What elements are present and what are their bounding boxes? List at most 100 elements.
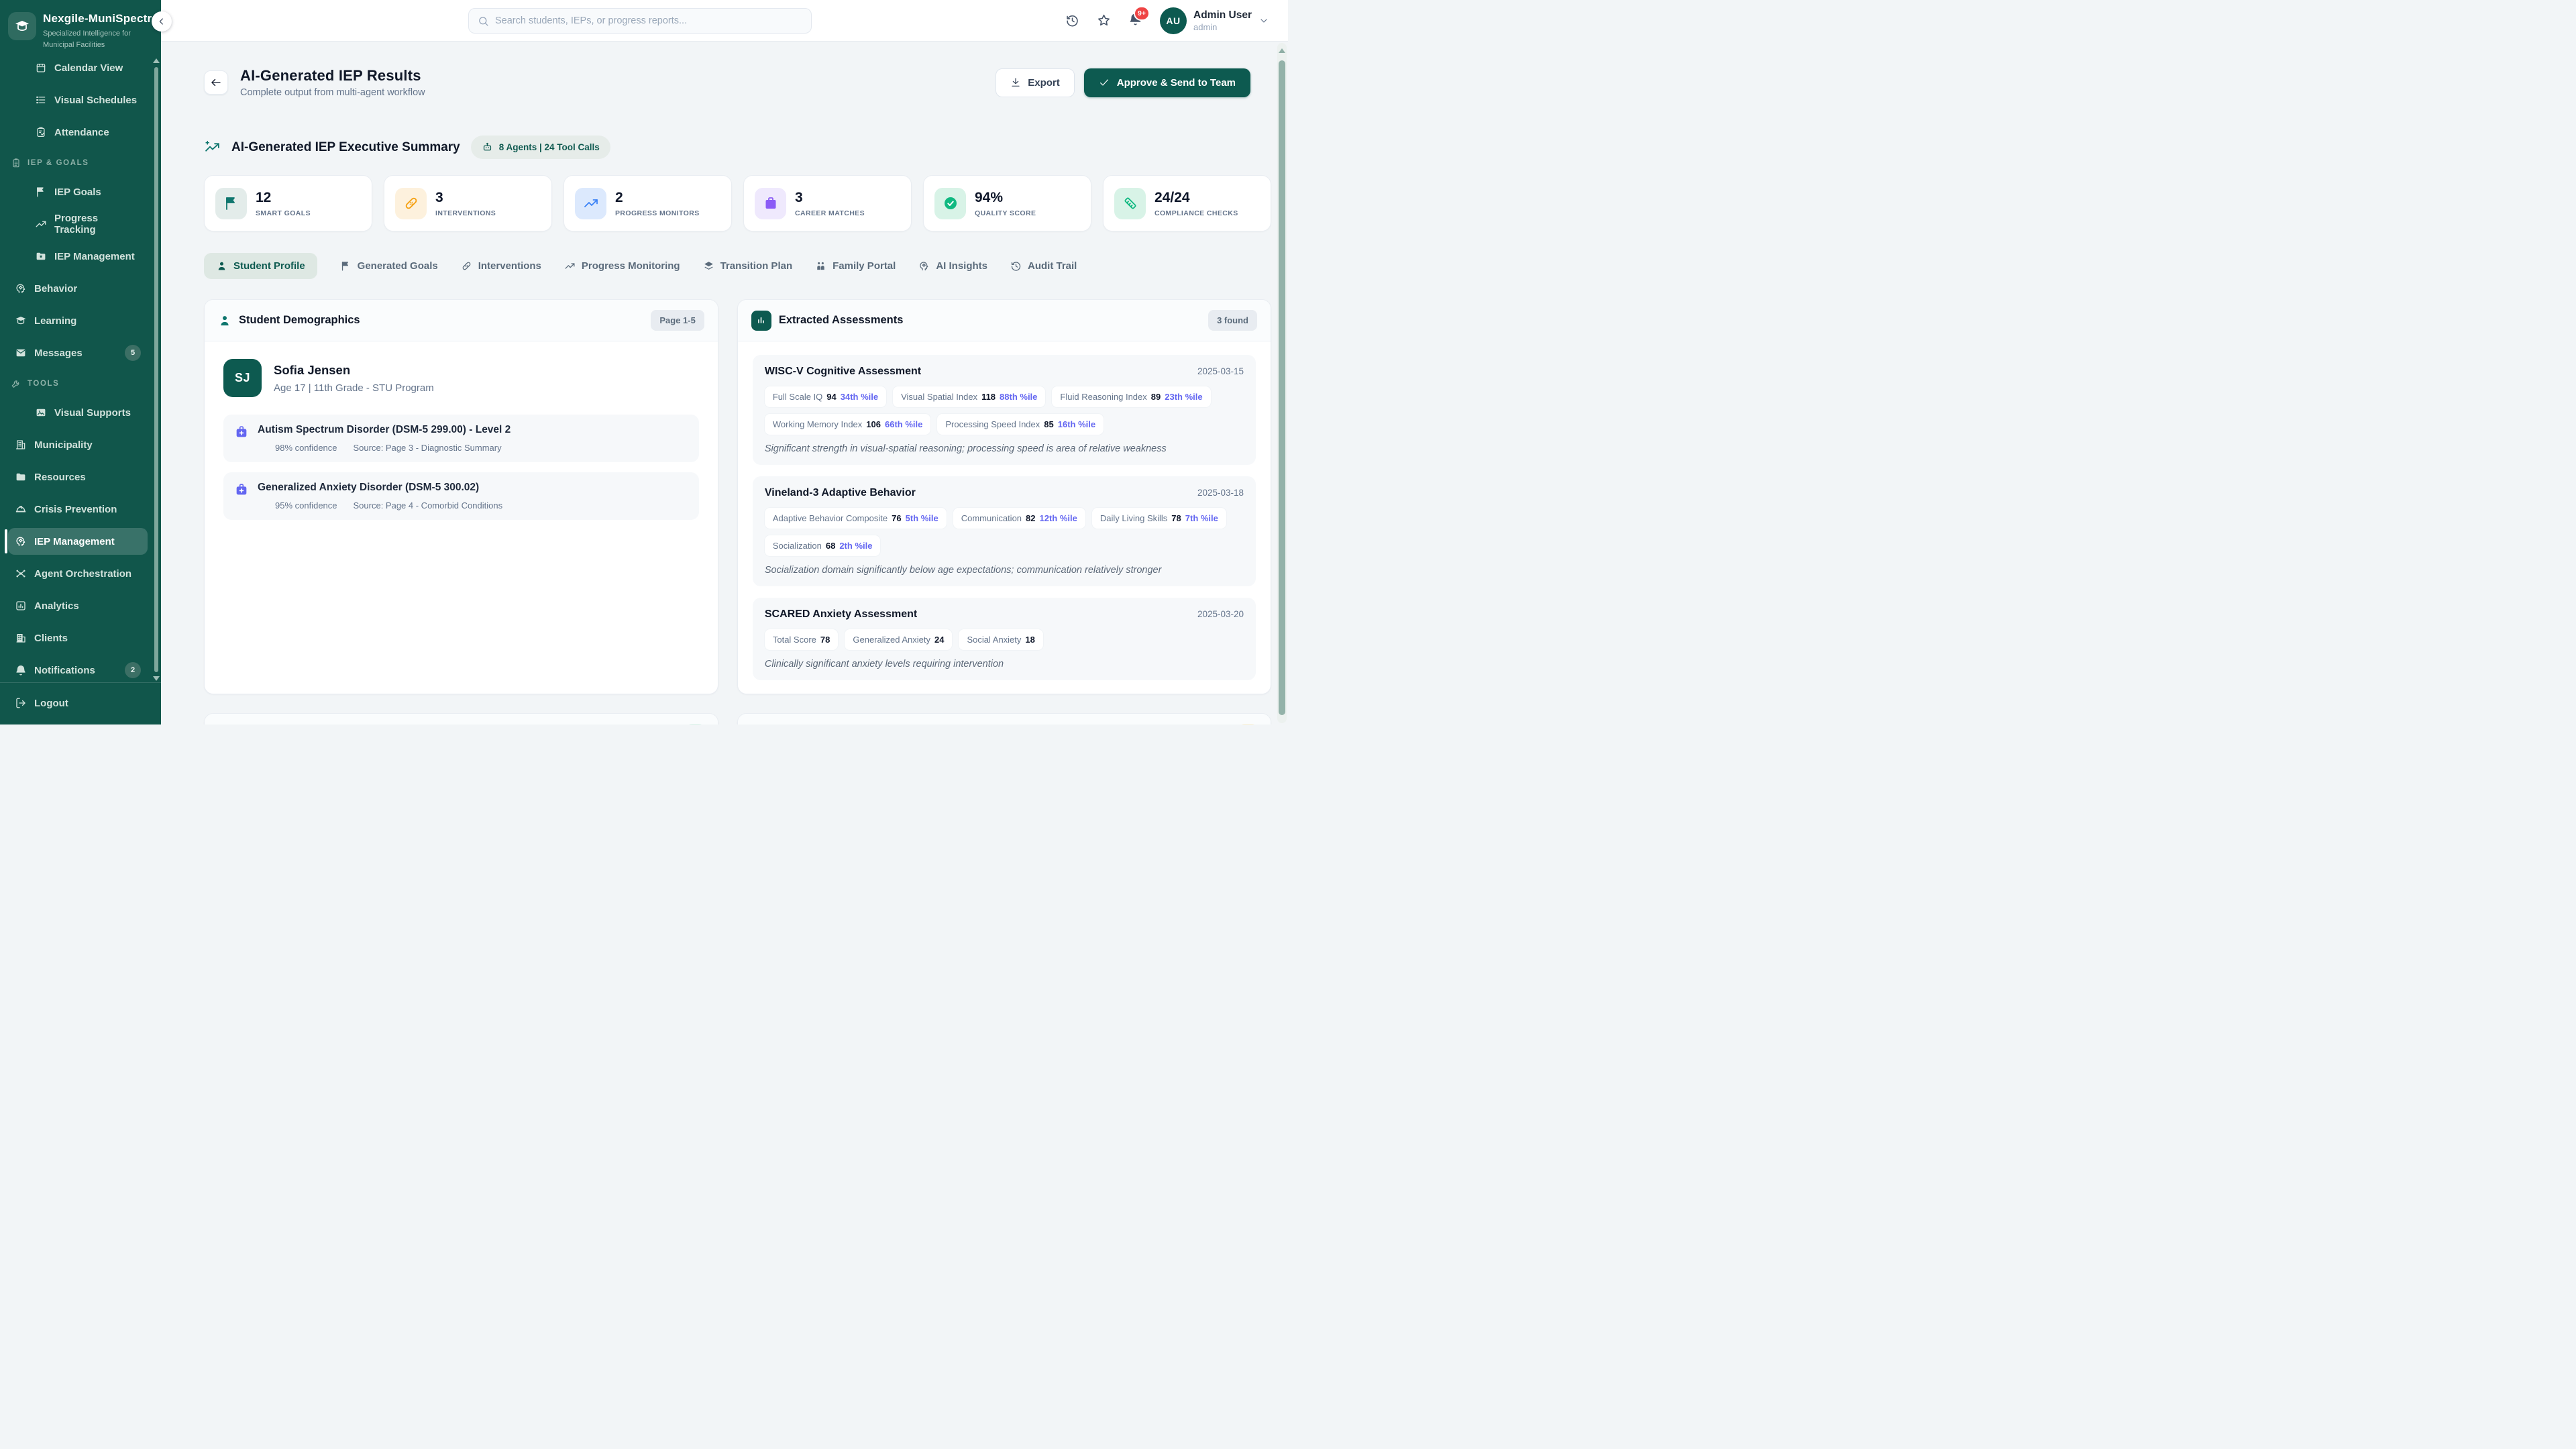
diagnosis-title: Generalized Anxiety Disorder (DSM-5 300.…: [258, 482, 502, 494]
diagnosis-row: Generalized Anxiety Disorder (DSM-5 300.…: [223, 472, 699, 520]
sidebar-item-attendance[interactable]: Attendance: [8, 119, 148, 146]
score-chip: Processing Speed Index8516th %ile: [937, 414, 1104, 435]
scroll-up-arrow[interactable]: [1279, 48, 1285, 53]
stat-value: 24/24: [1155, 190, 1238, 206]
tab-interventions[interactable]: Interventions: [461, 260, 541, 272]
diagnosis-confidence: 95% confidence: [275, 500, 337, 511]
tab-transition-plan[interactable]: Transition Plan: [703, 260, 793, 272]
wrench-icon: [11, 378, 21, 389]
student-meta: Age 17 | 11th Grade - STU Program: [274, 382, 434, 394]
tab-ai-insights[interactable]: AI Insights: [918, 260, 987, 272]
assessment-wisc-v-cognitive-assessment: WISC-V Cognitive Assessment2025-03-15Ful…: [753, 355, 1256, 465]
score-chip: Adaptive Behavior Composite765th %ile: [765, 508, 947, 529]
app-root: Nexgile-MuniSpectra Specialized Intellig…: [0, 0, 1288, 724]
assessment-name: SCARED Anxiety Assessment: [765, 608, 917, 621]
assessment-vineland-3-adaptive-behavior: Vineland-3 Adaptive Behavior2025-03-18Ad…: [753, 476, 1256, 586]
page-scroll-thumb[interactable]: [1279, 60, 1285, 715]
search-box: [468, 8, 812, 34]
sidebar-item-iep-management[interactable]: IEP Management: [8, 528, 148, 555]
sidebar-item-logout[interactable]: Logout: [8, 690, 153, 716]
sidebar-item-label: Learning: [34, 315, 76, 327]
avatar: AU: [1160, 7, 1187, 34]
folder-star-icon: [35, 250, 47, 262]
logout-label: Logout: [34, 698, 68, 709]
stat-value: 12: [256, 190, 311, 206]
user-menu[interactable]: AU Admin User admin: [1160, 7, 1269, 34]
sidebar-collapse-button[interactable]: [152, 11, 172, 32]
sidebar-item-progress-tracking[interactable]: Progress Tracking: [8, 211, 148, 237]
sidebar-section-iep-goals: IEP & GOALS: [8, 151, 148, 175]
diagnoses-list: Autism Spectrum Disorder (DSM-5 299.00) …: [223, 415, 699, 520]
assessments-card-header: Extracted Assessments 3 found: [738, 300, 1271, 341]
chart-box-icon: [15, 600, 27, 612]
sidebar-item-label: IEP Goals: [54, 186, 101, 198]
briefcase-icon: [763, 195, 779, 211]
sidebar-item-analytics[interactable]: Analytics: [8, 592, 148, 619]
bandage-icon: [461, 260, 472, 272]
sidebar-item-messages[interactable]: Messages5: [8, 339, 148, 366]
bandage-icon: [403, 195, 419, 211]
robot-icon: [482, 142, 493, 153]
bell-badge: 9+: [1134, 6, 1150, 21]
sidebar-item-crisis-prevention[interactable]: Crisis Prevention: [8, 496, 148, 523]
score-chip: Full Scale IQ9434th %ile: [765, 386, 886, 407]
tab-family-portal[interactable]: Family Portal: [815, 260, 896, 272]
stat-label: SMART GOALS: [256, 209, 311, 217]
sidebar-item-learning[interactable]: Learning: [8, 307, 148, 334]
arrow-left-icon: [210, 76, 222, 89]
stat-value: 3: [435, 190, 496, 206]
approve-button[interactable]: Approve & Send to Team: [1084, 68, 1250, 97]
score-chip: Total Score78: [765, 629, 839, 650]
sidebar-item-label: Resources: [34, 472, 86, 483]
diagnosis-source: Source: Page 4 - Comorbid Conditions: [354, 500, 503, 511]
sidebar-item-clients[interactable]: Clients: [8, 625, 148, 651]
download-icon: [1010, 77, 1021, 88]
calendar-icon: [35, 64, 47, 74]
star-icon[interactable]: [1097, 13, 1111, 28]
assessments-body: WISC-V Cognitive Assessment2025-03-15Ful…: [738, 341, 1271, 694]
student-row: SJ Sofia Jensen Age 17 | 11th Grade - ST…: [223, 359, 699, 397]
sidebar-item-iep-goals[interactable]: IEP Goals: [8, 178, 148, 205]
export-button[interactable]: Export: [996, 68, 1075, 97]
sidebar-item-notifications[interactable]: Notifications2: [8, 657, 148, 682]
tab-label: Audit Trail: [1028, 260, 1077, 272]
back-button[interactable]: [204, 70, 228, 95]
sidebar-item-visual-supports[interactable]: Visual Supports: [8, 399, 148, 426]
page-scrollbar[interactable]: [1277, 43, 1287, 723]
history-icon[interactable]: [1065, 13, 1079, 28]
folder-icon: [15, 471, 27, 483]
sidebar-nav: Calendar View Visual Schedules Attendance I…: [0, 64, 161, 682]
network-icon: [15, 568, 27, 580]
score-chip: Socialization682th %ile: [765, 535, 881, 556]
layers-icon: [703, 260, 714, 272]
logout-icon: [15, 697, 27, 709]
summary-title: AI-Generated IEP Executive Summary: [231, 140, 460, 155]
sidebar-item-visual-schedules[interactable]: Visual Schedules: [8, 87, 148, 113]
sidebar-item-calendar-view[interactable]: Calendar View: [8, 64, 148, 81]
sidebar-scrollbar[interactable]: [154, 67, 158, 672]
flag-icon: [340, 260, 352, 272]
tab-progress-monitoring[interactable]: Progress Monitoring: [564, 260, 680, 272]
page-range-badge: Page 1-5: [651, 310, 704, 331]
list-icon: [35, 94, 47, 106]
sidebar-item-iep-management[interactable]: IEP Management: [8, 243, 148, 270]
sidebar-item-agent-orchestration[interactable]: Agent Orchestration: [8, 560, 148, 587]
sidebar-scroll-thumb[interactable]: [154, 67, 158, 672]
stat-card-compliance-checks: 24/24COMPLIANCE CHECKS: [1103, 175, 1271, 231]
tab-generated-goals[interactable]: Generated Goals: [340, 260, 438, 272]
student-avatar: SJ: [223, 359, 262, 397]
sidebar-item-badge: 5: [125, 345, 141, 361]
person-icon: [218, 314, 231, 327]
search-input[interactable]: [495, 15, 802, 26]
chart-column-icon: [751, 311, 771, 331]
check-icon: [1099, 77, 1110, 88]
sidebar-item-municipality[interactable]: Municipality: [8, 431, 148, 458]
sidebar-item-resources[interactable]: Resources: [8, 464, 148, 490]
building-icon: [15, 439, 27, 451]
stat-label: INTERVENTIONS: [435, 209, 496, 217]
tab-audit-trail[interactable]: Audit Trail: [1010, 260, 1077, 272]
tab-student-profile[interactable]: Student Profile: [204, 253, 317, 279]
sidebar-item-behavior[interactable]: Behavior: [8, 275, 148, 302]
notifications-bell[interactable]: 9+: [1128, 12, 1142, 30]
assessment-date: 2025-03-20: [1197, 609, 1244, 619]
